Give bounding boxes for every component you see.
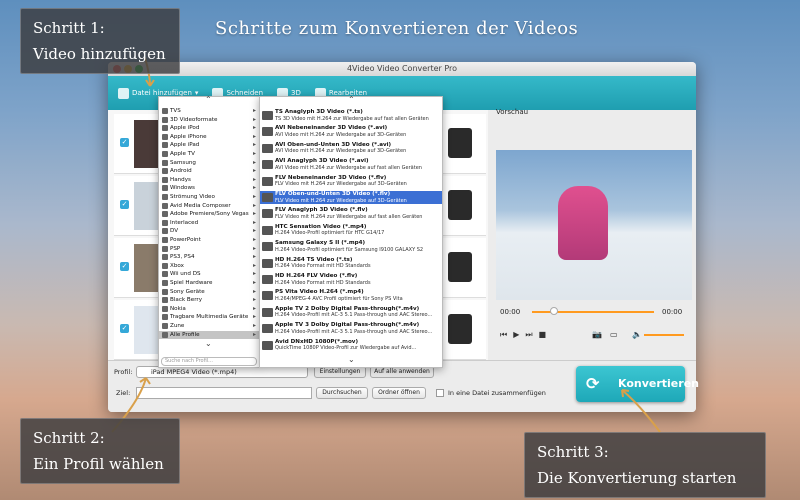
arrow-step3 bbox=[621, 389, 661, 433]
callout-step3: Schritt 3: Die Konvertierung starten bbox=[524, 432, 766, 498]
callout-step2: Schritt 2: Ein Profil wählen bbox=[20, 418, 180, 484]
callout-step1: Schritt 1: Video hinzufügen bbox=[20, 8, 180, 74]
